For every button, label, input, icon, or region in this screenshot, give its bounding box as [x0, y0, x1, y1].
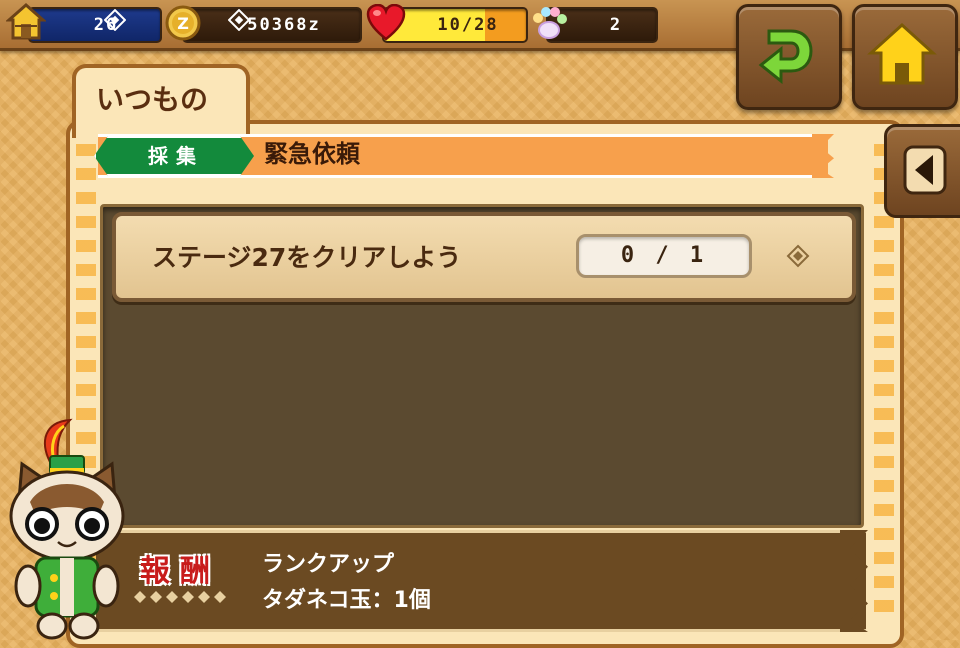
quest-type-badge: 採集: [94, 136, 254, 176]
home-button[interactable]: [852, 4, 958, 110]
reward-label: 報酬: [140, 554, 220, 589]
reward-item: タダネコ玉：1個: [262, 588, 431, 613]
zenny-value: 50368z: [247, 15, 321, 35]
reward-item: ランクアップ: [262, 552, 395, 577]
house-icon: [6, 2, 46, 40]
tab-label: いつもの: [96, 83, 209, 116]
triangle-left-icon: [903, 145, 947, 195]
diamond-chain-ornament-icon: [134, 591, 226, 603]
paw-icon: [533, 7, 567, 39]
chevron-ornament-icon: [786, 244, 810, 268]
hunter-rank-display: 26: [28, 7, 162, 43]
tab-regular[interactable]: いつもの: [72, 64, 250, 138]
diamond-ornament-icon: [104, 9, 126, 31]
svg-text:Z: Z: [177, 14, 189, 33]
coin-icon: Z: [165, 5, 201, 41]
heart-icon: [366, 4, 406, 41]
home-icon: [867, 22, 937, 85]
quest-type-label: 採集: [148, 144, 204, 168]
back-button[interactable]: [736, 4, 842, 110]
zenny-display: 50368z: [182, 7, 362, 43]
paw-count-value: 2: [609, 15, 623, 35]
stamina-value: 10/28: [437, 15, 499, 35]
return-arrow-icon: [758, 29, 813, 85]
felyne-mascot-icon: [9, 418, 125, 640]
collapse-panel-button[interactable]: [884, 124, 960, 218]
quest-title: 緊急依頼: [264, 140, 360, 168]
list-item[interactable]: ステージ27をクリアしよう 0 / 1: [112, 212, 856, 302]
mission-description: ステージ27をクリアしよう: [152, 243, 462, 272]
mission-progress: 0 / 1: [576, 234, 752, 278]
diamond-ornament-icon: [228, 9, 250, 31]
